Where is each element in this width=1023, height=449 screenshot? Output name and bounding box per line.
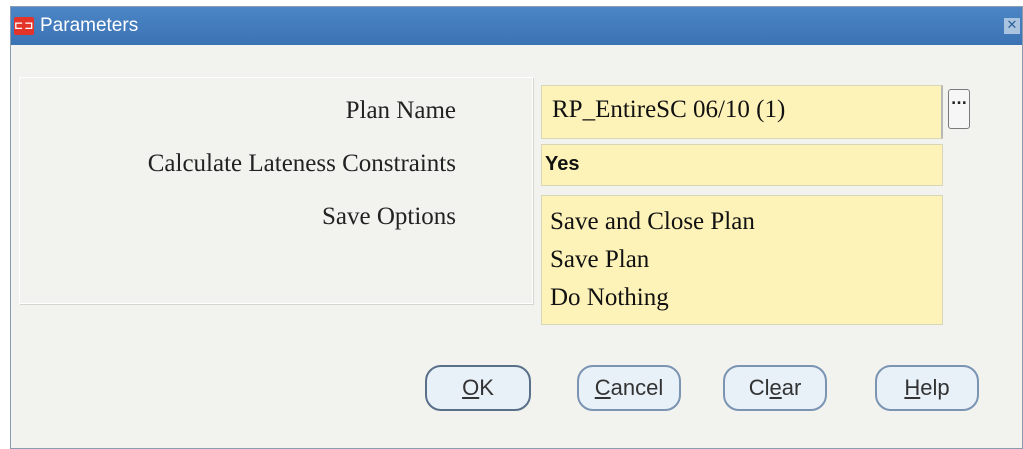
ok-button[interactable]: OK bbox=[425, 365, 531, 411]
lateness-constraints-label: Calculate Lateness Constraints bbox=[147, 150, 456, 177]
oracle-forms-icon: ⊏⊐ bbox=[14, 17, 34, 35]
help-button[interactable]: Help bbox=[875, 365, 979, 411]
plan-name-field[interactable]: RP_EntireSC 06/10 (1) bbox=[541, 85, 943, 139]
save-option-item[interactable]: Save and Close Plan bbox=[550, 208, 755, 236]
save-options-list[interactable]: Save and Close Plan Save Plan Do Nothing bbox=[541, 195, 943, 325]
ok-mnemonic: O bbox=[462, 375, 480, 400]
parameters-dialog: ⊏⊐ Parameters ✕ Plan Name RP_EntireSC 06… bbox=[10, 6, 1023, 449]
save-option-item[interactable]: Do Nothing bbox=[550, 284, 669, 312]
lateness-constraints-field[interactable]: Yes bbox=[541, 144, 943, 186]
clear-label-start: Cl bbox=[748, 375, 770, 400]
save-options-label: Save Options bbox=[321, 203, 456, 230]
clear-label-rest: ar bbox=[781, 375, 802, 400]
ok-label-rest: K bbox=[479, 375, 494, 400]
plan-name-label: Plan Name bbox=[345, 97, 456, 124]
help-mnemonic: H bbox=[904, 375, 921, 400]
window-title: Parameters bbox=[40, 15, 139, 36]
save-option-item[interactable]: Save Plan bbox=[550, 246, 649, 274]
clear-button[interactable]: Clear bbox=[723, 365, 827, 411]
title-bar[interactable]: ⊏⊐ Parameters ✕ bbox=[11, 7, 1022, 45]
clear-mnemonic: e bbox=[769, 375, 782, 400]
close-icon[interactable]: ✕ bbox=[1004, 18, 1020, 34]
cancel-button[interactable]: Cancel bbox=[577, 365, 681, 411]
help-label-rest: elp bbox=[920, 375, 950, 400]
list-of-values-button[interactable]: ... bbox=[948, 89, 970, 129]
cancel-label-rest: ancel bbox=[610, 375, 664, 400]
cancel-mnemonic: C bbox=[594, 375, 611, 400]
